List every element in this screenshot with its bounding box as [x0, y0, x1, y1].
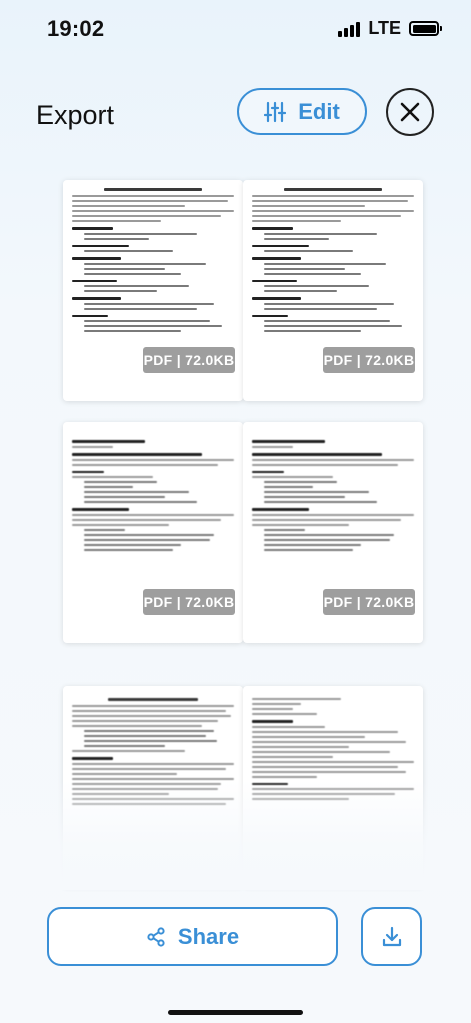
document-preview [243, 180, 423, 343]
document-thumbnail[interactable]: PDF | 72.0KB [243, 180, 423, 401]
edit-label: Edit [298, 98, 340, 124]
file-info-badge: PDF | 72.0KB [143, 347, 235, 373]
close-button[interactable] [386, 88, 434, 136]
share-icon [147, 926, 165, 947]
share-label: Share [177, 923, 240, 949]
sliders-icon [264, 101, 287, 122]
file-info-badge: PDF | 72.0KB [323, 589, 415, 615]
document-thumbnail[interactable]: PDF | 72.0KB [63, 180, 243, 401]
file-info-badge: PDF | 72.0KB [143, 589, 235, 615]
share-button[interactable]: Share [47, 907, 338, 966]
home-indicator [168, 1010, 303, 1015]
download-button[interactable] [361, 907, 422, 966]
scroll-fade [0, 780, 471, 890]
file-info-badge: PDF | 72.0KB [323, 347, 415, 373]
battery-icon [409, 21, 442, 36]
signal-icon [338, 21, 361, 37]
document-thumbnail[interactable]: PDF | 72.0KB [243, 422, 423, 643]
document-preview [243, 422, 423, 562]
download-icon [382, 926, 401, 946]
status-indicators: LTE [338, 18, 442, 39]
document-preview [63, 180, 243, 343]
document-thumbnail[interactable]: PDF | 72.0KB [63, 422, 243, 643]
page-title: Export [36, 100, 115, 130]
network-type: LTE [368, 18, 401, 38]
status-bar: 19:02 LTE [0, 0, 471, 58]
status-time: 19:02 [47, 16, 105, 41]
close-icon [400, 102, 420, 122]
edit-button[interactable]: Edit [237, 88, 367, 135]
document-preview [63, 422, 243, 562]
